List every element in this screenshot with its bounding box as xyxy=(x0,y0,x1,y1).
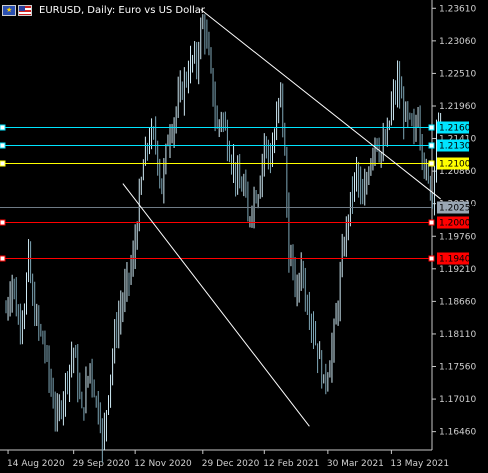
chart-window[interactable]: EURUSD, Daily: Euro vs US Dollar 1.23610… xyxy=(0,0,488,473)
price-tick-label: 1.17010 xyxy=(439,395,476,405)
time-tick-label: 13 May 2021 xyxy=(390,459,449,469)
price-tick-label: 1.23610 xyxy=(439,4,476,14)
time-tick-label: 29 Sep 2020 xyxy=(73,459,130,469)
price-level-label: 1.21300 xyxy=(439,142,476,152)
level-handle-right[interactable] xyxy=(428,142,435,149)
price-tick-label: 1.19760 xyxy=(439,232,476,242)
level-handle-right[interactable] xyxy=(428,219,435,226)
price-tick-label: 1.18110 xyxy=(439,330,476,340)
price-tick-label: 1.22510 xyxy=(439,69,476,79)
level-handle-right[interactable] xyxy=(428,255,435,262)
price-tick-label: 1.17560 xyxy=(439,363,476,373)
level-handle-left[interactable] xyxy=(0,124,6,131)
price-chart[interactable]: 1.236101.230601.225101.219601.214101.208… xyxy=(0,0,488,473)
time-tick-label: 12 Nov 2020 xyxy=(134,459,192,469)
time-tick-label: 29 Dec 2020 xyxy=(202,459,260,469)
level-handle-left[interactable] xyxy=(0,142,6,149)
level-handle-left[interactable] xyxy=(0,160,6,167)
time-tick-label: 12 Feb 2021 xyxy=(263,459,319,469)
trendline[interactable] xyxy=(200,9,441,200)
price-tick-label: 1.23060 xyxy=(439,37,476,47)
level-handle-right[interactable] xyxy=(428,124,435,131)
time-tick-label: 14 Aug 2020 xyxy=(7,459,65,469)
time-tick-label: 30 Mar 2021 xyxy=(327,459,384,469)
price-tick-label: 1.16460 xyxy=(439,428,476,438)
price-tick-label: 1.18660 xyxy=(439,297,476,307)
price-level-label: 1.21000 xyxy=(439,160,476,170)
price-tick-label: 1.21960 xyxy=(439,102,476,112)
price-level-label: 1.20000 xyxy=(439,219,476,229)
price-tick-label: 1.19210 xyxy=(439,265,476,275)
level-handle-left[interactable] xyxy=(0,255,6,262)
level-handle-left[interactable] xyxy=(0,219,6,226)
bid-price-label: 1.20255 xyxy=(439,204,476,214)
level-handle-right[interactable] xyxy=(428,160,435,167)
price-level-label: 1.19400 xyxy=(439,255,476,265)
trendline[interactable] xyxy=(122,183,310,427)
price-level-label: 1.21600 xyxy=(439,124,476,134)
